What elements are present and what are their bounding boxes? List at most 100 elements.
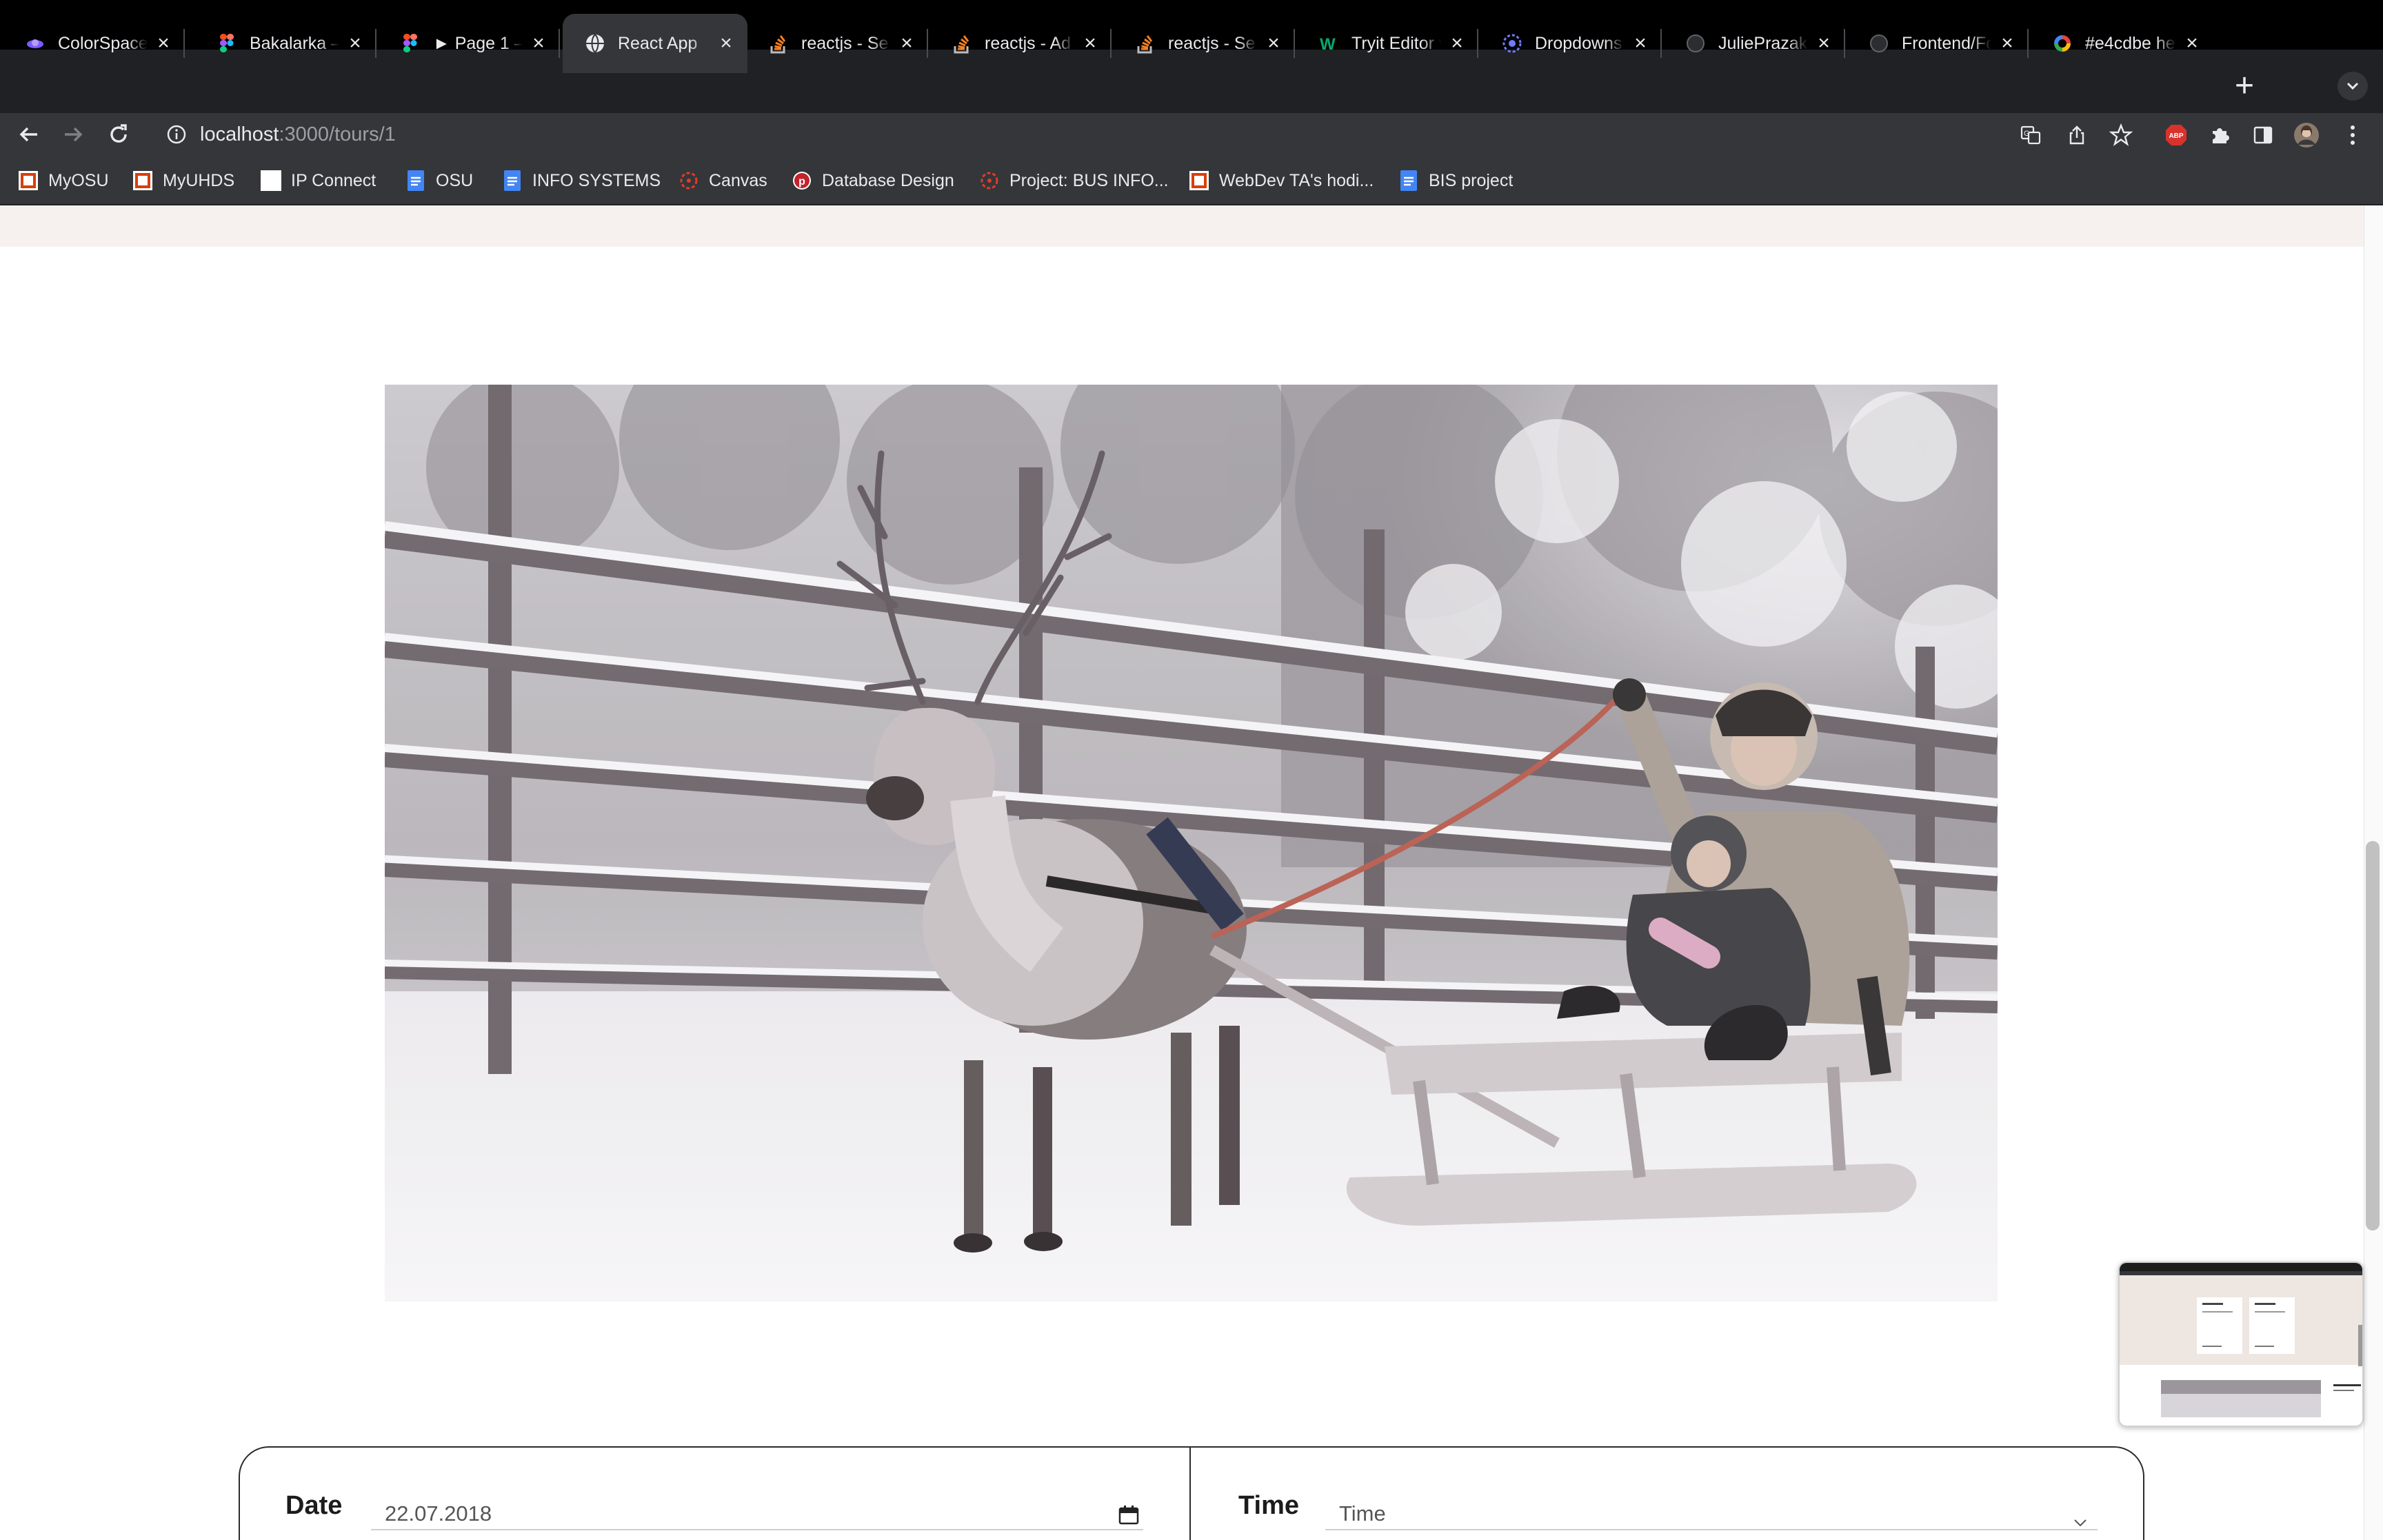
tab-reactjs-ad[interactable]: reactjs - Ad ×: [929, 14, 1112, 73]
close-icon[interactable]: ×: [1080, 33, 1100, 54]
close-icon[interactable]: ×: [896, 33, 917, 54]
tab-title: Tryit Editor v: [1351, 33, 1441, 53]
osu-logo-icon: [1189, 170, 1209, 191]
side-panel-icon[interactable]: [2249, 121, 2277, 149]
share-icon[interactable]: [2063, 121, 2091, 149]
bookmark-myuhds[interactable]: MyUHDS: [132, 168, 234, 193]
reload-icon: [110, 124, 127, 143]
tab-page-1[interactable]: ► Page 1 – B ×: [378, 14, 560, 73]
bookmark-label: MyOSU: [48, 170, 109, 190]
bookmark-label: INFO SYSTEMS: [532, 170, 661, 190]
google-docs-icon: [502, 170, 523, 191]
bookmark-label: WebDev TA's hodi...: [1219, 170, 1374, 190]
osu-logo-icon: [18, 170, 39, 191]
figma-icon: [400, 33, 421, 54]
bookmark-osu[interactable]: OSU: [405, 168, 473, 193]
close-icon[interactable]: ×: [716, 33, 736, 54]
tab-bakalarka[interactable]: Bakalarka – ×: [194, 14, 376, 73]
new-tab-button[interactable]: +: [2224, 70, 2265, 103]
tab-title: JuliePrazak: [1718, 33, 1808, 53]
info-icon[interactable]: [163, 121, 190, 148]
form-divider: [1189, 1446, 1191, 1540]
bookmark-database-design[interactable]: p Database Design: [792, 168, 954, 193]
osu-logo-icon: [132, 170, 153, 191]
adblock-extension-button[interactable]: ABP: [2162, 121, 2190, 149]
url-host: localhost: [200, 123, 279, 145]
bookmark-info-systems[interactable]: INFO SYSTEMS: [502, 168, 661, 193]
close-icon[interactable]: ×: [1630, 33, 1651, 54]
google-docs-icon: [405, 170, 426, 191]
bookmark-star-icon[interactable]: [2107, 121, 2135, 149]
adblock-badge: ABP: [2169, 132, 2183, 140]
chevron-down-icon: [2073, 1508, 2088, 1533]
tab-dropdowns[interactable]: Dropdowns ×: [1480, 14, 1662, 73]
translate-icon[interactable]: G: [2017, 121, 2044, 149]
bookmark-project-bus-info[interactable]: Project: BUS INFO...: [979, 168, 1169, 193]
piazza-icon: p: [792, 170, 812, 191]
back-button[interactable]: [14, 117, 44, 152]
date-label: Date: [285, 1491, 343, 1520]
page-preview-thumbnail[interactable]: [2118, 1262, 2364, 1427]
bookmark-label: OSU: [436, 170, 474, 190]
tab-title: ColorSpace: [58, 33, 148, 53]
figma-icon: [217, 33, 237, 54]
canvas-icon: [979, 170, 1000, 191]
url-path: :3000/tours/1: [279, 123, 396, 145]
tour-hero-image: [385, 385, 1998, 1301]
colorspace-icon: [25, 33, 46, 54]
bookmark-canvas[interactable]: Canvas: [678, 168, 767, 193]
bootstrap-icon: [1502, 33, 1522, 54]
bookmark-webdev-ta[interactable]: WebDev TA's hodi...: [1189, 168, 1374, 193]
bookmark-label: Database Design: [822, 170, 954, 190]
header-strip: [0, 205, 2364, 247]
extensions-puzzle-icon[interactable]: [2206, 121, 2233, 149]
address-bar[interactable]: localhost:3000/tours/1: [149, 119, 2087, 150]
close-icon[interactable]: ×: [1813, 33, 1834, 54]
tab-color-hex[interactable]: #e4cdbe he ×: [2030, 14, 2213, 73]
reload-button[interactable]: [103, 117, 134, 152]
close-icon[interactable]: ×: [345, 33, 365, 54]
svg-text:G: G: [2024, 130, 2030, 138]
close-icon[interactable]: ×: [153, 33, 174, 54]
w3schools-icon: W: [1318, 33, 1339, 54]
close-icon[interactable]: ×: [528, 33, 549, 54]
tab-title: Dropdowns: [1535, 33, 1622, 53]
tab-reactjs-se-1[interactable]: reactjs - Se ×: [746, 14, 928, 73]
bookmark-ip-connect[interactable]: IP Connect: [261, 168, 376, 193]
tab-title: reactjs - Ad: [985, 33, 1072, 53]
svg-text:p: p: [798, 176, 805, 188]
url-text: localhost:3000/tours/1: [200, 123, 396, 146]
time-placeholder: Time: [1339, 1501, 1386, 1526]
scrollbar-thumb[interactable]: [2366, 841, 2380, 1230]
calendar-icon[interactable]: [1118, 1506, 1139, 1530]
stackoverflow-icon: [768, 33, 789, 54]
bookmark-label: BIS project: [1429, 170, 1514, 190]
time-select[interactable]: Time: [1325, 1499, 2098, 1530]
google-docs-icon: [1398, 170, 1419, 191]
close-icon[interactable]: ×: [1447, 33, 1467, 54]
date-input[interactable]: 22.07.2018: [371, 1499, 1143, 1530]
bookmark-bis-project[interactable]: BIS project: [1398, 168, 1513, 193]
profile-avatar[interactable]: [2293, 121, 2320, 149]
tab-title: React App: [618, 33, 698, 53]
close-icon[interactable]: ×: [1997, 33, 2018, 54]
close-icon[interactable]: ×: [2182, 33, 2202, 54]
tab-title: Bakalarka –: [250, 33, 339, 53]
tab-search-button[interactable]: [2337, 72, 2368, 101]
svg-text:W: W: [1320, 35, 1336, 54]
color-hex-icon: [2052, 33, 2073, 54]
tab-react-app[interactable]: React App ×: [563, 14, 747, 73]
bookmark-label: MyUHDS: [163, 170, 235, 190]
chevron-down-icon: [2346, 82, 2359, 90]
kebab-menu-icon[interactable]: [2339, 121, 2366, 149]
tab-colorspace[interactable]: ColorSpace ×: [3, 14, 185, 73]
tab-tryit-editor[interactable]: W Tryit Editor v ×: [1296, 14, 1478, 73]
tab-title: reactjs - Se: [801, 33, 889, 53]
tab-reactjs-se-2[interactable]: reactjs - Se ×: [1113, 14, 1295, 73]
bookmark-myosu[interactable]: MyOSU: [18, 168, 109, 193]
close-icon[interactable]: ×: [1263, 33, 1284, 54]
forward-button[interactable]: [58, 117, 88, 152]
tab-frontend[interactable]: Frontend/Fo ×: [1847, 14, 2029, 73]
github-icon: [1869, 33, 1889, 54]
tab-julieprazak[interactable]: JuliePrazak ×: [1663, 14, 1845, 73]
